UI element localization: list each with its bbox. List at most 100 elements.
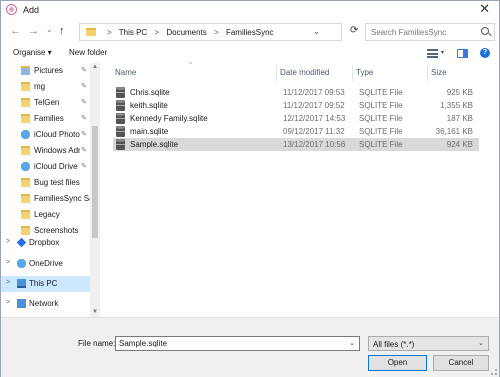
expand-chevron-icon[interactable]: >	[6, 259, 10, 266]
chevron-down-icon[interactable]: ⌄	[349, 339, 355, 347]
onedrive-icon	[17, 259, 26, 268]
breadcrumb-familiessync[interactable]: FamiliesSync	[226, 28, 274, 37]
pin-icon: ✎	[81, 115, 87, 122]
sidebar-item-onedrive[interactable]: > OneDrive	[1, 256, 90, 272]
file-date: 11/12/2017 09:52	[283, 101, 345, 110]
file-name: main.sqlite	[130, 127, 169, 136]
sidebar-item-telgen[interactable]: TelGen ✎	[1, 95, 90, 111]
pictures-folder-icon	[21, 66, 30, 75]
sidebar-item-label: Families	[34, 114, 64, 123]
back-arrow-icon[interactable]: ←	[10, 24, 21, 38]
view-options-icon[interactable]	[427, 49, 438, 58]
file-row[interactable]: Chris.sqlite 11/12/2017 09:53 SQLITE Fil…	[113, 86, 479, 99]
file-name: Kennedy Family.sqlite	[130, 114, 208, 123]
expand-chevron-icon[interactable]: >	[6, 238, 10, 245]
scrollbar-thumb[interactable]	[92, 126, 98, 238]
pin-icon: ✎	[81, 83, 87, 90]
breadcrumb-this-pc[interactable]: This PC	[119, 28, 147, 37]
close-icon[interactable]: ✕	[479, 2, 490, 16]
sidebar-scrollbar[interactable]: ▲ ▼	[90, 63, 100, 317]
folder-icon	[21, 98, 30, 107]
dialog-footer: File name: ⌄ All files (*.*) ⌄ Open Canc…	[1, 317, 499, 377]
file-row-selected[interactable]: Sample.sqlite 13/12/2017 10:56 SQLITE Fi…	[113, 138, 479, 151]
folder-icon	[21, 82, 30, 91]
column-header-size[interactable]: Size	[431, 68, 447, 77]
preview-pane-icon[interactable]	[457, 49, 468, 58]
file-row[interactable]: main.sqlite 09/12/2017 11:32 SQLITE File…	[113, 125, 479, 138]
sidebar-item-label: mg	[34, 82, 46, 91]
sidebar-item-label: Screenshots	[34, 226, 79, 235]
sidebar-item-mg[interactable]: mg ✎	[1, 79, 90, 95]
sidebar-item-this-pc[interactable]: > This PC	[1, 276, 90, 292]
file-type-select[interactable]: All files (*.*) ⌄	[368, 336, 489, 351]
file-size: 925 KB	[446, 88, 473, 97]
organise-button[interactable]: Organise ▾	[13, 48, 52, 57]
sidebar-item-icloud-drive[interactable]: iCloud Drive ✎	[1, 159, 90, 175]
database-file-icon	[116, 126, 125, 137]
column-divider[interactable]	[352, 65, 353, 81]
file-row[interactable]: keith.sqlite 11/12/2017 09:52 SQLITE Fil…	[113, 99, 479, 112]
pin-icon: ✎	[81, 131, 87, 138]
sidebar-item-pictures[interactable]: Pictures ✎	[1, 63, 90, 79]
search-box[interactable]	[365, 23, 495, 41]
forward-arrow-icon[interactable]: →	[28, 24, 39, 38]
column-header-name[interactable]: Name	[115, 68, 136, 77]
view-chevron-icon[interactable]: ▾	[441, 49, 444, 56]
resize-grip-icon[interactable]	[491, 369, 497, 375]
sidebar-item-families[interactable]: Families ✎	[1, 111, 90, 127]
sidebar-item-legacy[interactable]: Legacy	[1, 207, 90, 223]
sidebar-item-label: Network	[29, 299, 59, 308]
breadcrumb: > This PC > Documents > FamiliesSync	[102, 28, 274, 37]
column-header-type[interactable]: Type	[356, 68, 373, 77]
expand-chevron-icon[interactable]: >	[6, 279, 10, 286]
sidebar-item-dropbox[interactable]: > Dropbox	[1, 235, 90, 251]
navigation-bar: ← → ⌄ ↑ > This PC > Documents > Families…	[1, 19, 499, 45]
sidebar-item-bug-test-files[interactable]: Bug test files	[1, 175, 90, 191]
expand-chevron-icon[interactable]: >	[6, 299, 10, 306]
app-icon	[6, 4, 17, 15]
title-bar: Add ✕	[1, 1, 499, 19]
column-divider[interactable]	[427, 65, 428, 81]
column-header-date-modified[interactable]: Date modified	[280, 68, 329, 77]
folder-icon	[21, 226, 30, 235]
pin-icon: ✎	[81, 67, 87, 74]
breadcrumb-separator: >	[154, 28, 160, 37]
search-input[interactable]	[366, 24, 478, 40]
cancel-button[interactable]: Cancel	[433, 355, 489, 371]
pin-icon: ✎	[81, 163, 87, 170]
icloud-drive-icon	[21, 162, 30, 171]
file-type: SQLITE File	[359, 127, 403, 136]
file-date: 13/12/2017 10:56	[283, 140, 346, 149]
search-icon[interactable]	[481, 27, 489, 35]
file-size: 187 KB	[446, 114, 473, 123]
help-icon[interactable]: ?	[480, 48, 490, 58]
new-folder-button[interactable]: New folder	[69, 48, 107, 57]
file-type: SQLITE File	[359, 140, 403, 149]
file-row[interactable]: Kennedy Family.sqlite 12/12/2017 14:53 S…	[113, 112, 479, 125]
sidebar-item-network[interactable]: > Network	[1, 296, 90, 312]
breadcrumb-documents[interactable]: Documents	[166, 28, 206, 37]
open-button[interactable]: Open	[368, 355, 427, 371]
scroll-up-arrow-icon[interactable]: ▲	[92, 64, 98, 70]
address-bar[interactable]: > This PC > Documents > FamiliesSync ⌄	[79, 23, 342, 41]
address-dropdown-chevron-icon[interactable]: ⌄	[313, 27, 320, 36]
database-file-icon	[116, 100, 125, 111]
sidebar-item-windows-admin[interactable]: Windows Admin ✎	[1, 143, 90, 159]
sidebar-item-familiessync-saves[interactable]: FamiliesSync Sav	[1, 191, 90, 207]
file-size: 924 KB	[446, 140, 473, 149]
file-name-combobox[interactable]: ⌄	[115, 336, 360, 351]
up-arrow-icon[interactable]: ↑	[59, 24, 65, 38]
recent-locations-chevron-icon[interactable]: ⌄	[46, 23, 53, 37]
file-list: Name ^ Date modified Type Size Chris.sql…	[109, 62, 499, 317]
scroll-down-arrow-icon[interactable]: ▼	[92, 309, 98, 315]
window-title: Add	[23, 5, 40, 15]
file-date: 11/12/2017 09:53	[283, 88, 345, 97]
breadcrumb-separator: >	[214, 28, 219, 37]
refresh-icon[interactable]: ⟳	[350, 25, 358, 36]
column-divider[interactable]	[276, 65, 277, 81]
sidebar-item-icloud-photos[interactable]: iCloud Photos ✎	[1, 127, 90, 143]
file-name-input[interactable]	[116, 337, 341, 350]
sidebar-item-label: Dropbox	[29, 238, 60, 247]
file-name: keith.sqlite	[130, 101, 168, 110]
chevron-down-icon: ⌄	[478, 340, 484, 347]
